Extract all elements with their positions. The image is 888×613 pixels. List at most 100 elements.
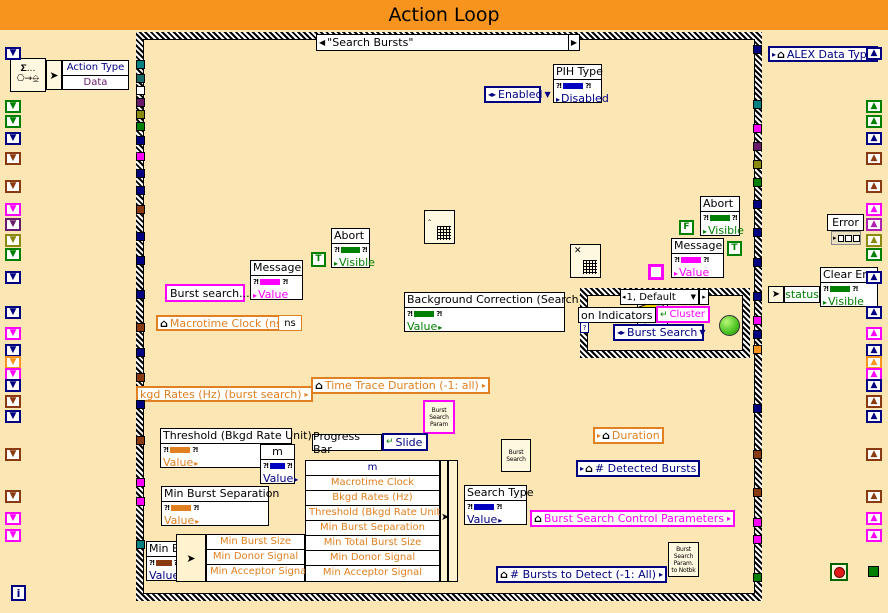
border-term-l-14[interactable] (136, 290, 145, 299)
tunnel-left-11[interactable]: ▼ (5, 271, 21, 284)
tunnel-left-19[interactable]: ▼ (5, 410, 21, 423)
case-selector[interactable]: ◀ "Search Bursts" ▼ (316, 34, 578, 51)
tunnel-left-17[interactable]: ▼ (5, 379, 21, 392)
tunnel-right-23[interactable]: ▲ (866, 529, 882, 542)
burst-search-chevron-down-icon[interactable]: ▼ (699, 328, 705, 337)
message-value-property-node-2[interactable]: Message ?!?! Value (671, 238, 724, 279)
border-term-r-9[interactable] (753, 258, 762, 267)
tunnel-left-7[interactable]: ▼ (5, 203, 21, 216)
border-term-l-3[interactable] (136, 86, 145, 95)
empty-string-constant[interactable] (648, 264, 664, 280)
error-cluster-constant[interactable]: ▸ (831, 231, 861, 245)
tunnel-left-18[interactable]: ▼ (5, 395, 21, 408)
border-term-l-4[interactable] (136, 98, 145, 107)
tunnel-right-7[interactable]: ▲ (866, 203, 882, 216)
true-constant-2[interactable]: T (727, 241, 742, 256)
border-term-r-11[interactable] (753, 316, 762, 325)
inner-case-next-arrow[interactable]: ▸ (699, 289, 709, 305)
m-property-node[interactable]: m ?!?! Value (260, 444, 295, 485)
burst-search-param-to-notebook-subvi[interactable]: Burst Search Param. to Notbk (668, 542, 699, 577)
border-term-r-8[interactable] (753, 228, 762, 237)
border-term-r-13[interactable] (753, 345, 762, 354)
tunnel-right-9[interactable]: ▲ (866, 234, 882, 247)
message-value-property-node-1[interactable]: Message ?!?! Value (250, 260, 303, 301)
slide-reference-node[interactable]: ↵ Slide (382, 433, 428, 451)
case-prev-arrow[interactable]: ◀ (317, 38, 327, 47)
border-term-r-6[interactable] (753, 178, 762, 187)
stop-condition-terminal[interactable] (830, 563, 848, 581)
bursts-to-detect-terminal[interactable]: # Bursts to Detect (-1: All)▸ (496, 566, 668, 583)
detected-bursts-terminal[interactable]: ▸# Detected Bursts (576, 460, 701, 477)
burst-search-ring-arrows[interactable]: ◂▸ (617, 328, 625, 337)
background-correction-search-property-node[interactable]: Background Correction (Search) ?!?! Valu… (404, 292, 583, 333)
burst-search-ring-control[interactable]: ◂▸ Burst Search ▼ (613, 324, 706, 341)
status-terminal[interactable]: status (784, 286, 820, 303)
tunnel-left-8[interactable]: ▼ (5, 218, 21, 231)
border-term-l-22[interactable] (136, 540, 145, 549)
inner-case-selector[interactable]: ◂ 1, Default ▼ (620, 289, 699, 305)
tunnel-right-3[interactable]: ▲ (866, 115, 882, 128)
tunnel-right-12[interactable]: ▲ (866, 306, 882, 319)
time-trace-duration-terminal[interactable]: Time Trace Duration (-1: all)▸ (311, 377, 490, 394)
tunnel-left-13[interactable]: ▼ (5, 327, 21, 340)
info-glyph[interactable]: i (11, 585, 26, 601)
border-term-l-18[interactable] (136, 400, 145, 409)
search-type-property-node[interactable]: Search Type ?!?! Value (464, 485, 534, 526)
tunnel-left-9[interactable]: ▼ (5, 234, 21, 247)
border-term-l-1[interactable] (136, 60, 145, 69)
tunnel-right-4[interactable]: ▲ (866, 132, 882, 145)
case-next-arrow[interactable]: ▶ (568, 34, 580, 51)
border-term-r-7[interactable] (753, 200, 762, 209)
border-term-l-15[interactable] (136, 323, 145, 332)
border-term-r-18[interactable] (753, 535, 762, 544)
tunnel-right-10[interactable]: ▲ (866, 248, 882, 261)
chevron-down-icon[interactable]: ▼ (544, 90, 550, 99)
tunnel-right-11[interactable]: ▲ (866, 271, 882, 284)
border-term-l-12[interactable] (136, 232, 145, 241)
border-term-r-4[interactable] (753, 142, 762, 151)
border-term-l-10[interactable] (136, 186, 145, 195)
min-burst-separation-property-node[interactable]: Min Burst Separation ?!?! Value (161, 486, 279, 527)
tunnel-right-2[interactable]: ▲ (866, 100, 882, 113)
burst-search-control-parameters-terminal[interactable]: Burst Search Control Parameters▸ (530, 510, 735, 527)
tunnel-right-13[interactable]: ▲ (866, 327, 882, 340)
border-term-l-5[interactable] (136, 110, 145, 119)
border-term-l-8[interactable] (136, 152, 145, 161)
border-term-l-11[interactable] (136, 205, 145, 214)
border-term-r-3[interactable] (753, 124, 762, 133)
border-term-r-19[interactable] (753, 573, 762, 582)
tunnel-left-23[interactable]: ▼ (5, 529, 21, 542)
tunnel-right-21[interactable]: ▲ (866, 490, 882, 503)
tunnel-right-6[interactable]: ▲ (866, 180, 882, 193)
tunnel-right-18[interactable]: ▲ (866, 395, 882, 408)
border-term-l-21[interactable] (136, 497, 145, 506)
border-term-r-15[interactable] (753, 450, 762, 459)
cluster-reference-node[interactable]: ↵ Cluster (656, 306, 710, 323)
border-term-r-12[interactable] (753, 330, 762, 339)
tunnel-left-4[interactable]: ▼ (5, 132, 21, 145)
pih-type-property-node[interactable]: PIH Type ?!?! Disabled (553, 64, 609, 105)
tunnel-left-12[interactable]: ▼ (5, 306, 21, 319)
border-term-l-6[interactable] (136, 122, 145, 131)
tunnel-right-19[interactable]: ▲ (866, 410, 882, 423)
tunnel-right-17[interactable]: ▲ (866, 379, 882, 392)
tunnel-left-22[interactable]: ▼ (5, 512, 21, 525)
border-term-l-7[interactable] (136, 136, 145, 145)
abort-visible-property-node-2[interactable]: Abort ?!?! Visible (700, 196, 744, 237)
tunnel-right-20[interactable]: ▲ (866, 448, 882, 461)
border-term-r-14[interactable] (753, 404, 762, 413)
duration-terminal[interactable]: ▸Duration (593, 427, 664, 444)
burst-search-param-subvi[interactable]: Burst Search Param (423, 400, 455, 434)
burst-search-string-constant[interactable]: Burst search... (165, 284, 250, 302)
alex-data-type-terminal[interactable]: ▸ALEX Data Type (768, 46, 878, 62)
false-constant-1[interactable]: F (679, 220, 694, 235)
tunnel-right-1[interactable]: ▲ (866, 47, 882, 60)
border-term-l-16[interactable] (136, 348, 145, 357)
border-term-l-20[interactable] (136, 478, 145, 487)
border-term-l-13[interactable] (136, 256, 145, 265)
border-term-r-2[interactable] (753, 100, 762, 109)
tunnel-left-21[interactable]: ▼ (5, 490, 21, 503)
border-term-l-19[interactable] (136, 436, 145, 445)
tunnel-left-10[interactable]: ▼ (5, 248, 21, 261)
burst-search-subvi[interactable]: Burst Search (501, 439, 531, 472)
